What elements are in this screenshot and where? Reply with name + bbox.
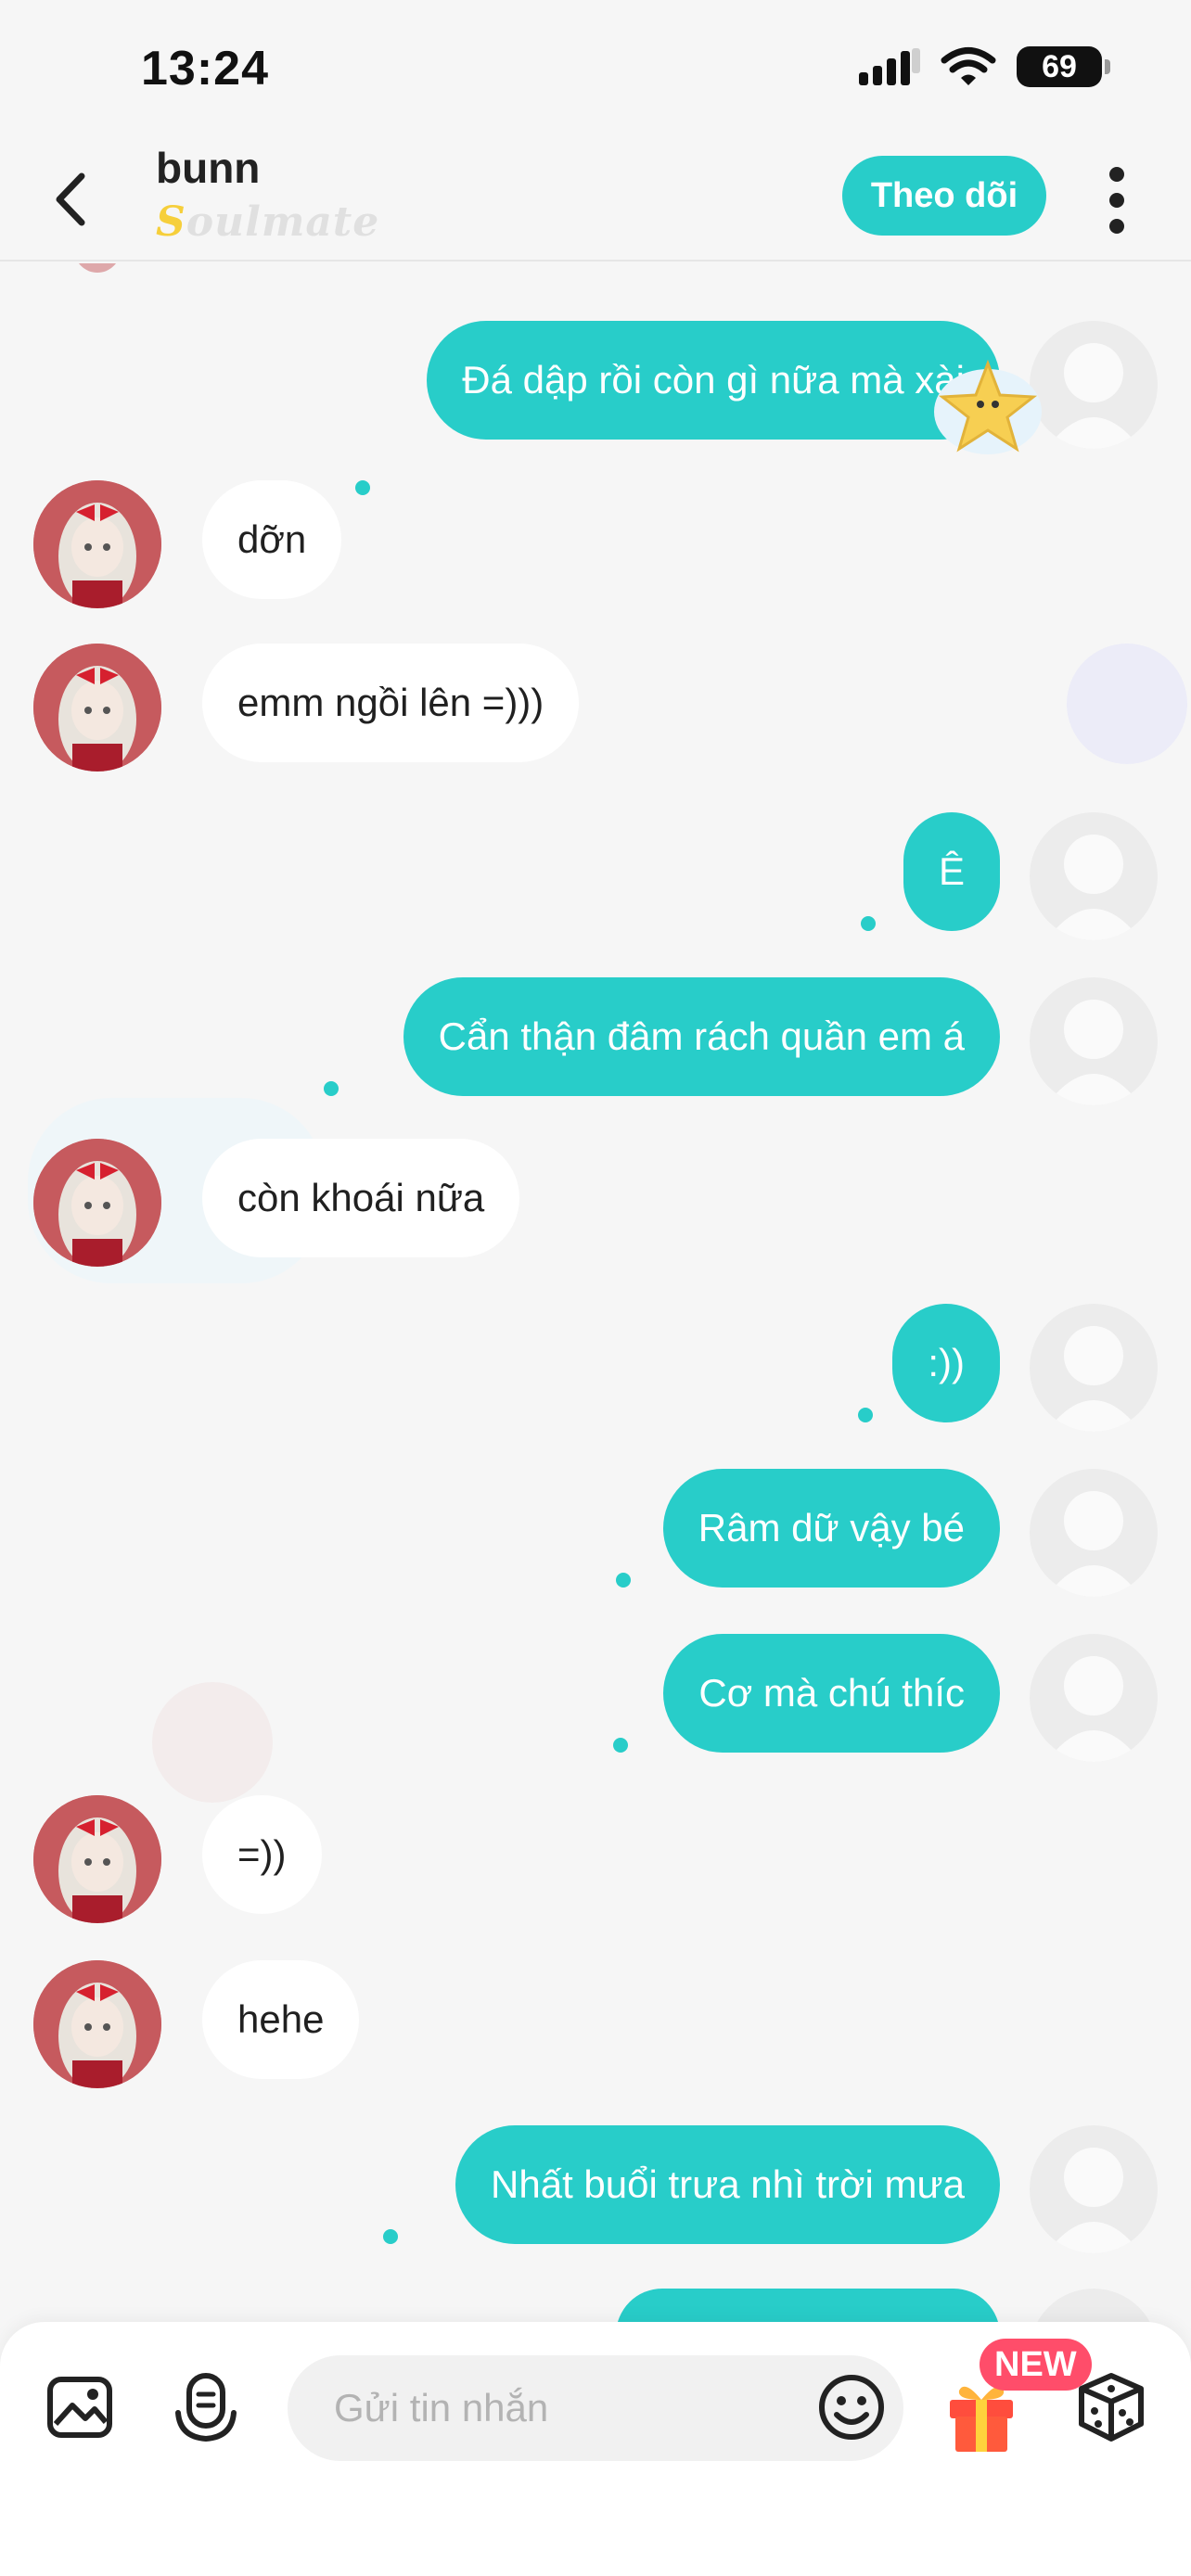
contact-avatar-image (33, 644, 161, 772)
user-placeholder-icon (1046, 1326, 1141, 1432)
contact-avatar-image (33, 1795, 161, 1923)
sent-indicator (861, 916, 876, 931)
status-bar: 13:24 69 (0, 0, 1191, 139)
message-bubble-incoming[interactable]: dỡn (202, 480, 342, 599)
message-input[interactable] (288, 2355, 903, 2461)
avatar-self[interactable] (1030, 321, 1158, 449)
chat-header: bunn Soulmate Theo dõi (0, 139, 1191, 261)
status-icons: 69 (859, 46, 1110, 87)
voice-icon (175, 2373, 237, 2442)
message-bubble-partial (616, 2289, 1000, 2322)
battery-indicator: 69 (1017, 46, 1110, 87)
dice-button[interactable] (1074, 2370, 1148, 2444)
message-bubble-incoming[interactable]: còn khoái nữa (202, 1139, 520, 1257)
sent-indicator (324, 1081, 339, 1096)
follow-button[interactable]: Theo dõi (842, 156, 1046, 236)
avatar-self-partial (1030, 2289, 1158, 2322)
message-row: Râm dữ vậy bé (0, 1469, 1191, 1597)
message-bubble-incoming[interactable]: hehe (202, 1960, 360, 2079)
message-row: còn khoái nữa (0, 1139, 1191, 1267)
message-row: Cẩn thận đâm rách quần em á (0, 977, 1191, 1105)
contact-avatar[interactable] (33, 644, 161, 772)
contact-tag-rest: oulmate (186, 198, 380, 246)
contact-tag: Soulmate (156, 198, 379, 246)
message-row: :)) (0, 1304, 1191, 1432)
voice-button[interactable] (169, 2370, 243, 2444)
user-placeholder-icon (1046, 835, 1141, 940)
image-icon (47, 2377, 112, 2438)
contact-avatar[interactable] (33, 480, 161, 608)
avatar-self[interactable] (1030, 812, 1158, 940)
user-placeholder-icon (1046, 1000, 1141, 1105)
message-composer: NEW (0, 2322, 1191, 2576)
contact-avatar[interactable] (33, 1139, 161, 1267)
chevron-left-icon (56, 172, 85, 226)
wifi-icon (941, 47, 996, 85)
more-options-button[interactable] (1098, 161, 1135, 241)
message-row: Ê (0, 812, 1191, 940)
contact-avatar-image (33, 1960, 161, 2088)
message-bubble-outgoing[interactable]: Cơ mà chú thíc (663, 1634, 1000, 1753)
message-row: Nhất buổi trưa nhì trời mưa (0, 2125, 1191, 2253)
status-time: 13:24 (141, 42, 269, 96)
more-vertical-icon (1109, 167, 1124, 234)
message-row: emm ngồi lên =))) (0, 644, 1191, 772)
message-bubble-outgoing[interactable]: Râm dữ vậy bé (662, 1469, 1000, 1588)
message-row: dỡn (0, 480, 1191, 608)
user-placeholder-icon (1046, 2148, 1141, 2253)
message-row: Cơ mà chú thíc (0, 1634, 1191, 1762)
emoji-icon (819, 2375, 884, 2440)
dice-icon (1079, 2373, 1144, 2442)
sent-indicator (383, 2229, 398, 2244)
avatar-partial (74, 263, 121, 273)
sent-indicator (613, 1738, 628, 1753)
message-bubble-outgoing[interactable]: Đá dập rồi còn gì nữa mà xài (427, 321, 1000, 440)
user-placeholder-icon (1046, 1491, 1141, 1597)
user-placeholder-icon (1046, 1656, 1141, 1762)
user-placeholder-icon (1046, 343, 1141, 449)
message-row: =)) (0, 1795, 1191, 1923)
contact-avatar-image (33, 1139, 161, 1267)
message-bubble-outgoing[interactable]: Ê (903, 812, 1000, 931)
message-bubble-incoming[interactable]: =)) (202, 1795, 322, 1914)
avatar-self[interactable] (1030, 1304, 1158, 1432)
contact-name[interactable]: bunn (156, 143, 260, 193)
emoji-button[interactable] (814, 2370, 889, 2444)
sent-indicator (858, 1408, 873, 1422)
back-button[interactable] (45, 167, 100, 232)
message-list[interactable]: Đá dập rồi còn gì nữa mà xài dỡn emm ngồ… (0, 263, 1191, 2322)
message-bubble-incoming[interactable]: emm ngồi lên =))) (202, 644, 580, 762)
signal-icon (859, 48, 920, 85)
contact-avatar[interactable] (33, 1960, 161, 2088)
message-bubble-outgoing[interactable]: Cẩn thận đâm rách quần em á (403, 977, 1000, 1096)
message-row: hehe (0, 1960, 1191, 2088)
avatar-self[interactable] (1030, 1469, 1158, 1597)
avatar-self[interactable] (1030, 977, 1158, 1105)
image-button[interactable] (43, 2370, 117, 2444)
sent-indicator (616, 1573, 631, 1588)
avatar-self[interactable] (1030, 1634, 1158, 1762)
contact-tag-initial: S (156, 198, 186, 246)
contact-avatar-image (33, 480, 161, 608)
star-ghost-sticker (934, 359, 1042, 454)
message-row: Đá dập rồi còn gì nữa mà xài (0, 321, 1191, 495)
avatar-self[interactable] (1030, 2125, 1158, 2253)
message-bubble-outgoing[interactable]: :)) (892, 1304, 1000, 1422)
contact-avatar[interactable] (33, 1795, 161, 1923)
message-bubble-outgoing[interactable]: Nhất buổi trưa nhì trời mưa (455, 2125, 1000, 2244)
